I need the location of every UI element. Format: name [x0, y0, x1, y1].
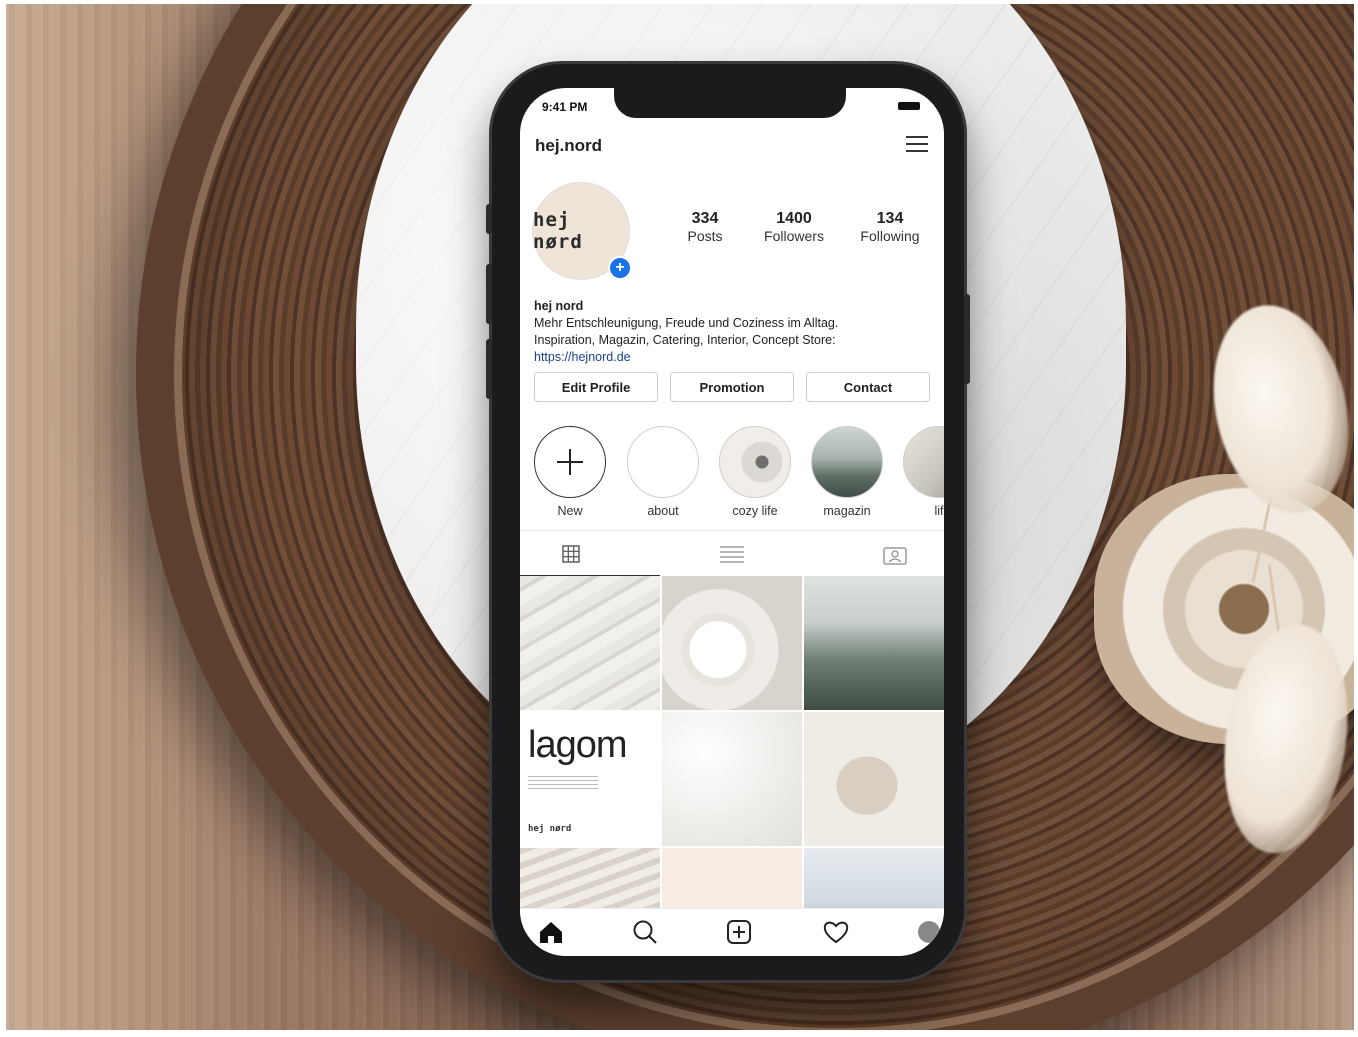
post-tile[interactable]	[804, 848, 944, 908]
instagram-profile-screen: 9:41 PM hej.nord hej nørd + 334 Posts 14…	[520, 88, 944, 956]
bottom-navigation	[520, 908, 944, 956]
highlight-new[interactable]: New	[532, 426, 608, 518]
menu-icon[interactable]	[906, 136, 928, 152]
stat-posts-label: Posts	[687, 228, 723, 244]
lagom-brand: hej nørd	[528, 824, 572, 834]
post-tile[interactable]	[662, 576, 802, 710]
highlight-cozy-life[interactable]: cozy life	[717, 426, 793, 518]
highlight-circle	[534, 426, 606, 498]
volume-down-button	[486, 339, 492, 399]
bio-website-link[interactable]: https://hejnord.de	[534, 349, 934, 366]
search-icon[interactable]	[632, 919, 658, 945]
highlight-label: cozy life	[732, 504, 778, 518]
battery-icon	[898, 102, 920, 110]
stat-following[interactable]: 134 Following	[852, 210, 928, 244]
stat-posts[interactable]: 334 Posts	[670, 210, 740, 244]
highlight-about[interactable]: about	[625, 426, 701, 518]
highlight-label: about	[647, 504, 679, 518]
post-tile[interactable]	[520, 576, 660, 710]
stat-following-count: 134	[876, 210, 904, 227]
stat-followers-count: 1400	[776, 210, 812, 227]
highlight-life[interactable]: lif	[901, 426, 944, 518]
plus-icon	[557, 449, 583, 475]
contact-button[interactable]: Contact	[806, 372, 930, 402]
highlight-circle	[903, 426, 944, 498]
mute-switch	[486, 204, 492, 234]
power-button	[964, 294, 970, 384]
tagged-icon[interactable]	[883, 545, 907, 565]
profile-tabs	[520, 530, 944, 575]
status-time: 9:41 PM	[542, 100, 588, 114]
stat-following-label: Following	[860, 228, 920, 244]
photo-background: 9:41 PM hej.nord hej nørd + 334 Posts 14…	[6, 4, 1354, 1030]
bio-line: Mehr Entschleunigung, Freude und Cozines…	[534, 316, 839, 330]
bio-name: hej nord	[534, 299, 584, 313]
avatar-logo-text: hej nørd	[533, 209, 583, 253]
highlight-magazin[interactable]: magazin	[809, 426, 885, 518]
highlight-circle	[811, 426, 883, 498]
stat-followers-label: Followers	[764, 228, 824, 244]
heart-icon[interactable]	[822, 919, 850, 945]
smartphone: 9:41 PM hej.nord hej nørd + 334 Posts 14…	[486, 64, 970, 980]
profile-icon[interactable]	[916, 919, 942, 945]
volume-up-button	[486, 264, 492, 324]
add-post-icon[interactable]	[726, 919, 752, 945]
home-icon[interactable]	[538, 919, 564, 945]
lagom-caption-lines	[528, 776, 598, 790]
post-tile[interactable]	[804, 576, 944, 710]
bio-line: Inspiration, Magazin, Catering, Interior…	[534, 333, 836, 347]
phone-notch	[614, 88, 846, 118]
post-tile-lagom[interactable]: lagom hej nørd	[520, 712, 660, 846]
lagom-title: lagom	[528, 724, 627, 766]
highlight-label: New	[557, 504, 583, 518]
highlight-circle	[627, 426, 699, 498]
list-icon[interactable]	[720, 545, 744, 563]
profile-bio: hej nord Mehr Entschleunigung, Freude un…	[534, 298, 934, 366]
stat-posts-count: 334	[691, 210, 719, 227]
grid-icon[interactable]	[562, 545, 580, 563]
edit-profile-button[interactable]: Edit Profile	[534, 372, 658, 402]
highlight-label: magazin	[823, 504, 871, 518]
stat-followers[interactable]: 1400 Followers	[756, 210, 832, 244]
highlight-circle	[719, 426, 791, 498]
post-tile[interactable]	[804, 712, 944, 846]
post-tile[interactable]	[520, 848, 660, 908]
add-story-icon[interactable]: +	[608, 256, 632, 280]
highlight-label: lif	[934, 504, 944, 518]
promotion-button[interactable]: Promotion	[670, 372, 794, 402]
post-tile[interactable]	[662, 712, 802, 846]
posts-grid: lagom hej nørd	[520, 576, 944, 908]
profile-username: hej.nord	[535, 136, 603, 155]
post-tile[interactable]	[662, 848, 802, 908]
